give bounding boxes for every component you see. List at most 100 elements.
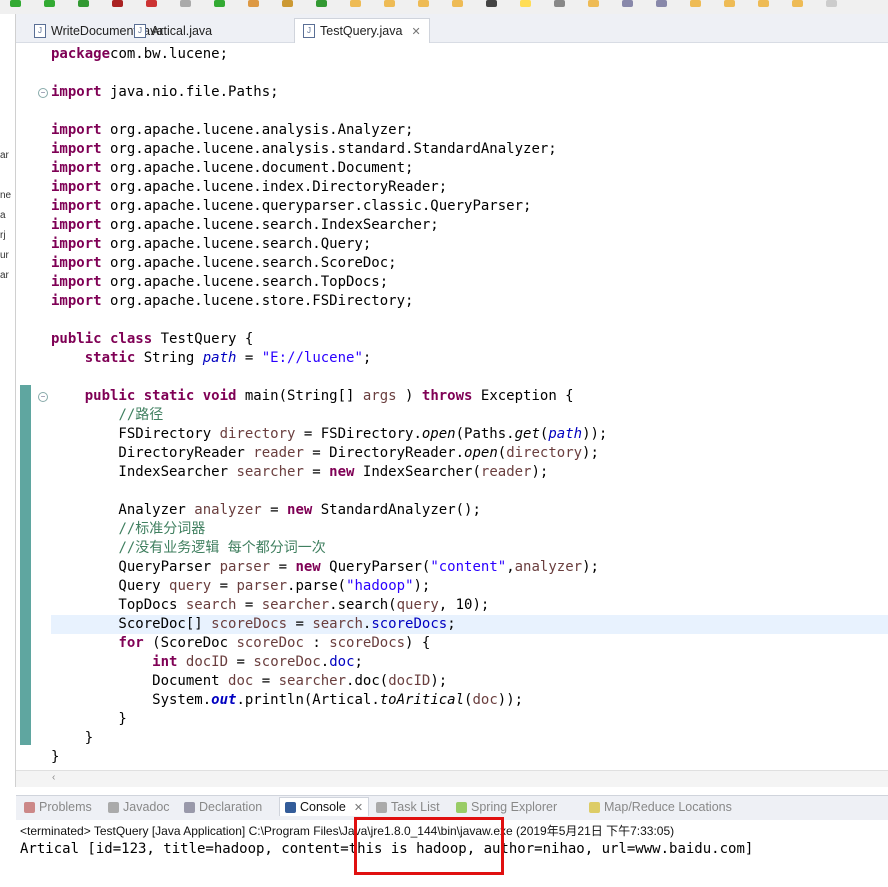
code-token: new [329,464,355,480]
code-line: import org.apache.lucene.analysis.Analyz… [51,121,413,140]
code-token: static [84,350,136,366]
code-token: , [506,559,515,575]
toolbar-icon[interactable] [690,0,701,7]
toolbar-icon[interactable] [622,0,633,7]
code-token: analyzer [514,559,583,575]
toolbar-icon[interactable] [384,0,395,7]
close-icon[interactable]: ✕ [354,801,363,814]
view-tab-problems[interactable]: Problems [24,800,92,814]
code-token: org.apache.lucene.analysis.standard.Stan… [101,141,557,157]
code-line: import org.apache.lucene.search.IndexSea… [51,216,439,235]
toolbar-icon[interactable] [826,0,837,7]
tab-testquery[interactable]: J TestQuery.java ✕ [294,18,430,43]
code-line: import org.apache.lucene.search.Query; [51,235,371,254]
fold-toggle-icon[interactable]: − [38,88,48,98]
toolbar-icon[interactable] [10,0,21,7]
code-token: ; [354,654,363,670]
code-token: )); [582,426,608,442]
view-tab-label: Spring Explorer [471,800,558,814]
code-token: //路径 [118,407,164,423]
code-token: analyzer [194,502,262,518]
code-token: docID [388,673,431,689]
code-token: ); [430,673,448,689]
toolbar-icon[interactable] [520,0,531,7]
code-token: = [303,464,330,480]
scroll-left-icon[interactable]: ‹ [52,772,55,783]
code-token: "E://lucene" [261,350,363,366]
code-line: Analyzer analyzer = new StandardAnalyzer… [51,501,480,520]
toolbar-icon[interactable] [44,0,55,7]
view-tab-map-reduce-locations[interactable]: Map/Reduce Locations [589,800,732,814]
view-icon [376,801,387,813]
view-tab-javadoc[interactable]: Javadoc [108,800,170,814]
view-tab-task-list[interactable]: Task List [376,800,440,814]
toolbar-icon[interactable] [452,0,463,7]
tree-item-fragment[interactable]: ur [0,250,9,261]
view-tab-label: Javadoc [123,800,170,814]
toolbar-icon[interactable] [78,0,89,7]
code-token: . [320,654,330,670]
code-token: "hadoop" [346,578,414,594]
view-icon [589,801,600,813]
code-token: open [421,426,456,442]
tree-item-fragment[interactable]: ar [0,270,9,281]
tree-item-fragment[interactable]: ar [0,150,9,161]
close-icon[interactable]: ✕ [411,25,420,38]
code-token: import [51,160,102,176]
code-token: searcher [261,597,330,613]
toolbar-icon[interactable] [588,0,599,7]
toolbar-icon[interactable] [282,0,293,7]
code-editor[interactable]: packagecom.bw.lucene; import java.nio.fil… [16,43,888,785]
code-token: org.apache.lucene.search.IndexSearcher; [101,217,439,233]
toolbar-icon[interactable] [248,0,259,7]
code-line: import org.apache.lucene.search.TopDocs; [51,273,388,292]
code-token: int [152,654,178,670]
view-tab-label: Task List [391,800,440,814]
code-token: IndexSearcher [51,464,237,480]
tree-item-fragment[interactable]: ne [0,190,11,201]
code-token: (Paths. [455,426,515,442]
code-token: package [51,46,111,62]
tree-item-fragment[interactable]: rj [0,230,6,241]
code-token: Exception { [472,388,574,404]
toolbar-icon[interactable] [724,0,735,7]
toolbar-icon[interactable] [758,0,769,7]
console-status: <terminated> TestQuery [Java Application… [20,824,675,838]
code-token: main(String[] [236,388,363,404]
code-token: String [135,350,203,366]
code-token: docID [185,654,229,670]
code-token: , 10); [438,597,490,613]
toolbar-icon[interactable] [112,0,123,7]
tree-item-fragment[interactable]: a [0,210,6,221]
code-token: = [261,502,288,518]
fold-toggle-icon[interactable]: − [38,392,48,402]
toolbar-icon[interactable] [180,0,191,7]
toolbar-icon[interactable] [418,0,429,7]
code-token: scoreDocs [371,616,448,632]
toolbar-icon[interactable] [792,0,803,7]
toolbar-icon[interactable] [486,0,497,7]
toolbar-icon[interactable] [554,0,565,7]
view-tab-spring-explorer[interactable]: Spring Explorer [456,800,557,814]
horizontal-scrollbar[interactable]: ‹ [16,770,888,787]
toolbar-icon[interactable] [656,0,667,7]
code-line: QueryParser parser = new QueryParser("co… [51,558,599,577]
toolbar-icon[interactable] [316,0,327,7]
code-token: = [236,350,262,366]
code-line: public class TestQuery { [51,330,253,349]
toolbar-icon[interactable] [146,0,157,7]
view-tab-label: Map/Reduce Locations [604,800,732,814]
view-tab-declaration[interactable]: Declaration [184,800,262,814]
toolbar-icon[interactable] [350,0,361,7]
toolbar-icon[interactable] [214,0,225,7]
view-tab-console[interactable]: Console ✕ [279,797,370,816]
code-token: = [236,597,262,613]
code-token: import [51,255,102,271]
code-line: ScoreDoc[] scoreDocs = search.scoreDocs; [51,615,455,634]
code-token: parser [219,559,271,575]
code-token: ); [531,464,549,480]
tab-artical[interactable]: J Artical.java [126,20,220,42]
code-token: new [287,502,313,518]
code-token: System. [51,692,212,708]
